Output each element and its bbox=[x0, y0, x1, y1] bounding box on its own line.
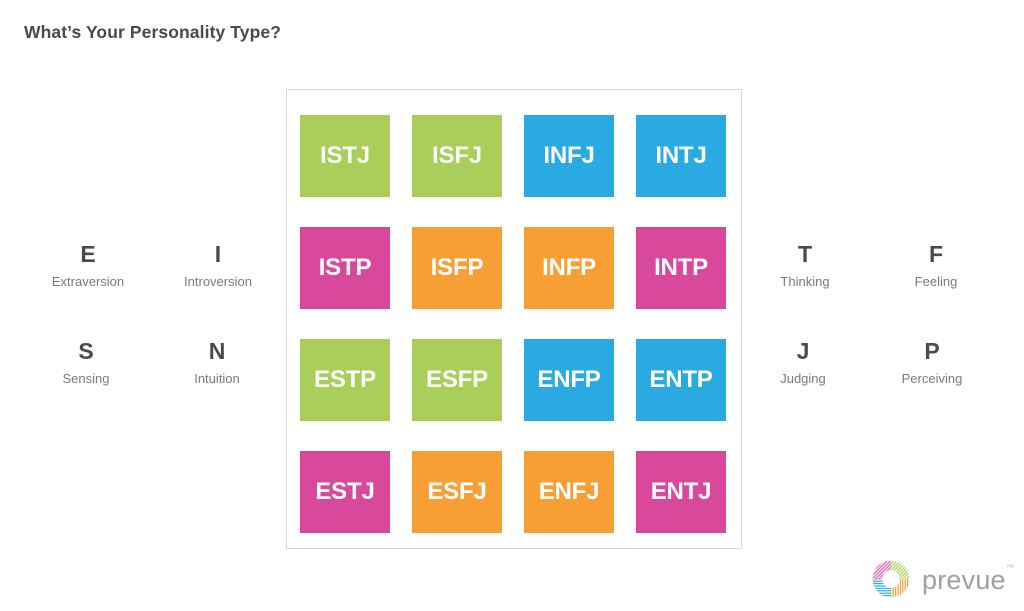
prevue-ring-icon bbox=[872, 560, 910, 598]
personality-tile-estp[interactable]: ESTP bbox=[300, 339, 390, 421]
dichotomy-letter-t: T bbox=[797, 241, 813, 267]
personality-grid-panel: ISTJ ISFJ INFJ INTJ ISTP ISFP INFP INTP ESTP ESFP… bbox=[286, 89, 742, 549]
dichotomy-introversion: I Introversion bbox=[143, 241, 293, 289]
dichotomy-thinking: T Thinking bbox=[730, 241, 880, 289]
dichotomy-letter-n: N bbox=[208, 338, 226, 364]
page-title: What’s Your Personality Type? bbox=[24, 22, 282, 42]
dichotomy-word-extraversion: Extraversion bbox=[51, 274, 125, 289]
personality-tile-entp[interactable]: ENTP bbox=[636, 339, 726, 421]
dichotomy-word-thinking: Thinking bbox=[780, 274, 830, 289]
page-root: What’s Your Personality Type? ISTJ ISFJ IN… bbox=[0, 0, 1024, 611]
dichotomy-word-sensing: Sensing bbox=[62, 371, 110, 386]
trademark-symbol: ™ bbox=[1005, 562, 1014, 572]
dichotomy-extraversion: E Extraversion bbox=[13, 241, 163, 289]
personality-tile-enfj[interactable]: ENFJ bbox=[524, 451, 614, 533]
dichotomy-letter-e: E bbox=[80, 241, 96, 267]
dichotomy-word-intuition: Intuition bbox=[194, 371, 240, 386]
dichotomy-letter-i: I bbox=[214, 241, 222, 267]
personality-tile-infj[interactable]: INFJ bbox=[524, 115, 614, 197]
dichotomy-letter-j: J bbox=[796, 338, 810, 364]
personality-tile-enfp[interactable]: ENFP bbox=[524, 339, 614, 421]
personality-tile-esfp[interactable]: ESFP bbox=[412, 339, 502, 421]
dichotomy-letter-s: S bbox=[78, 338, 94, 364]
personality-grid: ISTJ ISFJ INFJ INTJ ISTP ISFP INFP INTP ESTP ESFP… bbox=[300, 115, 726, 533]
dichotomy-intuition: N Intuition bbox=[142, 338, 292, 386]
dichotomy-perceiving: P Perceiving bbox=[857, 338, 1007, 386]
personality-tile-intp[interactable]: INTP bbox=[636, 227, 726, 309]
personality-tile-infp[interactable]: INFP bbox=[524, 227, 614, 309]
personality-tile-intj[interactable]: INTJ bbox=[636, 115, 726, 197]
dichotomy-letter-f: F bbox=[928, 241, 944, 267]
dichotomy-word-judging: Judging bbox=[780, 371, 826, 386]
dichotomy-word-introversion: Introversion bbox=[184, 274, 252, 289]
dichotomy-word-feeling: Feeling bbox=[914, 274, 958, 289]
personality-tile-isfp[interactable]: ISFP bbox=[412, 227, 502, 309]
dichotomy-letter-p: P bbox=[924, 338, 940, 364]
dichotomy-feeling: F Feeling bbox=[861, 241, 1011, 289]
personality-tile-esfj[interactable]: ESFJ bbox=[412, 451, 502, 533]
personality-tile-istp[interactable]: ISTP bbox=[300, 227, 390, 309]
personality-tile-istj[interactable]: ISTJ bbox=[300, 115, 390, 197]
dichotomy-word-perceiving: Perceiving bbox=[901, 371, 963, 386]
personality-tile-entj[interactable]: ENTJ bbox=[636, 451, 726, 533]
prevue-wordmark-text: prevue bbox=[922, 564, 1006, 595]
dichotomy-judging: J Judging bbox=[728, 338, 878, 386]
prevue-logo: prevue™ bbox=[871, 557, 1014, 601]
personality-tile-isfj[interactable]: ISFJ bbox=[412, 115, 502, 197]
dichotomy-sensing: S Sensing bbox=[11, 338, 161, 386]
prevue-wordmark: prevue™ bbox=[922, 563, 1014, 595]
personality-tile-estj[interactable]: ESTJ bbox=[300, 451, 390, 533]
